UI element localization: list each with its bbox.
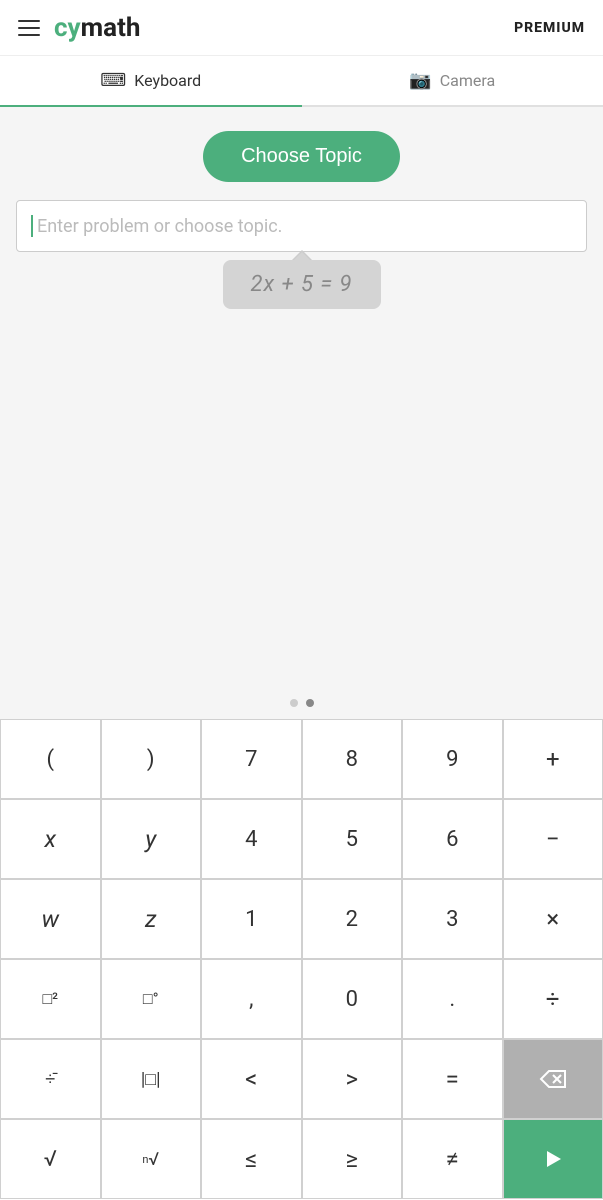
key-plus[interactable]: + bbox=[503, 719, 603, 799]
premium-badge: PREMIUM bbox=[514, 20, 585, 36]
logo-cy: cy bbox=[54, 13, 81, 43]
header: cymath PREMIUM bbox=[0, 0, 603, 56]
key-7[interactable]: 7 bbox=[201, 719, 302, 799]
key-0[interactable]: 0 bbox=[302, 959, 403, 1039]
main-content: Choose Topic Enter problem or choose top… bbox=[0, 107, 603, 687]
key-5[interactable]: 5 bbox=[302, 799, 403, 879]
suggestion-bubble: 2x + 5 = 9 bbox=[223, 260, 381, 309]
key-open-paren[interactable]: ( bbox=[0, 719, 101, 799]
key-not-equal[interactable]: ≠ bbox=[402, 1119, 503, 1199]
tab-bar: ⌨ Keyboard 📷 Camera bbox=[0, 56, 603, 107]
key-2[interactable]: 2 bbox=[302, 879, 403, 959]
key-3[interactable]: 3 bbox=[402, 879, 503, 959]
key-nth-root[interactable]: n√ bbox=[101, 1119, 202, 1199]
problem-placeholder: Enter problem or choose topic. bbox=[37, 216, 282, 237]
key-z[interactable]: z bbox=[101, 879, 202, 959]
tab-camera[interactable]: 📷 Camera bbox=[302, 56, 603, 105]
key-4[interactable]: 4 bbox=[201, 799, 302, 879]
key-equals[interactable]: = bbox=[402, 1039, 503, 1119]
problem-input[interactable]: Enter problem or choose topic. bbox=[16, 200, 587, 252]
math-example-text: 2x + 5 = 9 bbox=[251, 272, 353, 297]
pagination-dots bbox=[0, 687, 603, 719]
key-backspace[interactable] bbox=[503, 1039, 603, 1119]
key-comma[interactable]: , bbox=[201, 959, 302, 1039]
key-row-6: √ n√ ≤ ≥ ≠ bbox=[0, 1119, 603, 1199]
key-row-2: x y 4 5 6 − bbox=[0, 799, 603, 879]
key-superscript[interactable]: □° bbox=[101, 959, 202, 1039]
key-dot[interactable]: . bbox=[402, 959, 503, 1039]
key-minus[interactable]: − bbox=[503, 799, 603, 879]
key-row-5: ÷̄ |□| < > = bbox=[0, 1039, 603, 1119]
dot-1 bbox=[290, 699, 298, 707]
key-submit[interactable] bbox=[503, 1119, 603, 1199]
tab-keyboard[interactable]: ⌨ Keyboard bbox=[0, 56, 302, 105]
dot-2 bbox=[306, 699, 314, 707]
hamburger-menu-icon[interactable] bbox=[18, 20, 40, 36]
choose-topic-button[interactable]: Choose Topic bbox=[203, 131, 400, 182]
key-multiply[interactable]: × bbox=[503, 879, 603, 959]
key-sqrt[interactable]: √ bbox=[0, 1119, 101, 1199]
key-greater-than[interactable]: > bbox=[302, 1039, 403, 1119]
key-x[interactable]: x bbox=[0, 799, 101, 879]
keyboard-icon: ⌨ bbox=[100, 70, 126, 91]
key-6[interactable]: 6 bbox=[402, 799, 503, 879]
key-row-3: w z 1 2 3 × bbox=[0, 879, 603, 959]
cursor-bar bbox=[31, 215, 33, 237]
key-w[interactable]: w bbox=[0, 879, 101, 959]
key-1[interactable]: 1 bbox=[201, 879, 302, 959]
key-greater-equal[interactable]: ≥ bbox=[302, 1119, 403, 1199]
key-row-4: □² □° , 0 . ÷ bbox=[0, 959, 603, 1039]
key-fraction[interactable]: ÷̄ bbox=[0, 1039, 101, 1119]
tab-keyboard-label: Keyboard bbox=[134, 71, 201, 90]
tab-camera-label: Camera bbox=[440, 71, 495, 90]
key-less-equal[interactable]: ≤ bbox=[201, 1119, 302, 1199]
key-8[interactable]: 8 bbox=[302, 719, 403, 799]
key-close-paren[interactable]: ) bbox=[101, 719, 202, 799]
key-less-than[interactable]: < bbox=[201, 1039, 302, 1119]
camera-icon: 📷 bbox=[409, 70, 431, 91]
key-y[interactable]: y bbox=[101, 799, 202, 879]
keyboard: ( ) 7 8 9 + x y 4 5 6 − w z 1 2 3 × □² □… bbox=[0, 719, 603, 1199]
key-square[interactable]: □² bbox=[0, 959, 101, 1039]
logo-math: math bbox=[81, 13, 141, 43]
math-example: 2x + 5 = 9 bbox=[223, 260, 381, 309]
header-left: cymath bbox=[18, 13, 140, 43]
key-9[interactable]: 9 bbox=[402, 719, 503, 799]
key-row-1: ( ) 7 8 9 + bbox=[0, 719, 603, 799]
logo: cymath bbox=[54, 13, 140, 43]
play-icon bbox=[541, 1147, 565, 1171]
key-divide[interactable]: ÷ bbox=[503, 959, 603, 1039]
backspace-icon bbox=[539, 1069, 567, 1089]
key-absolute-value[interactable]: |□| bbox=[101, 1039, 202, 1119]
